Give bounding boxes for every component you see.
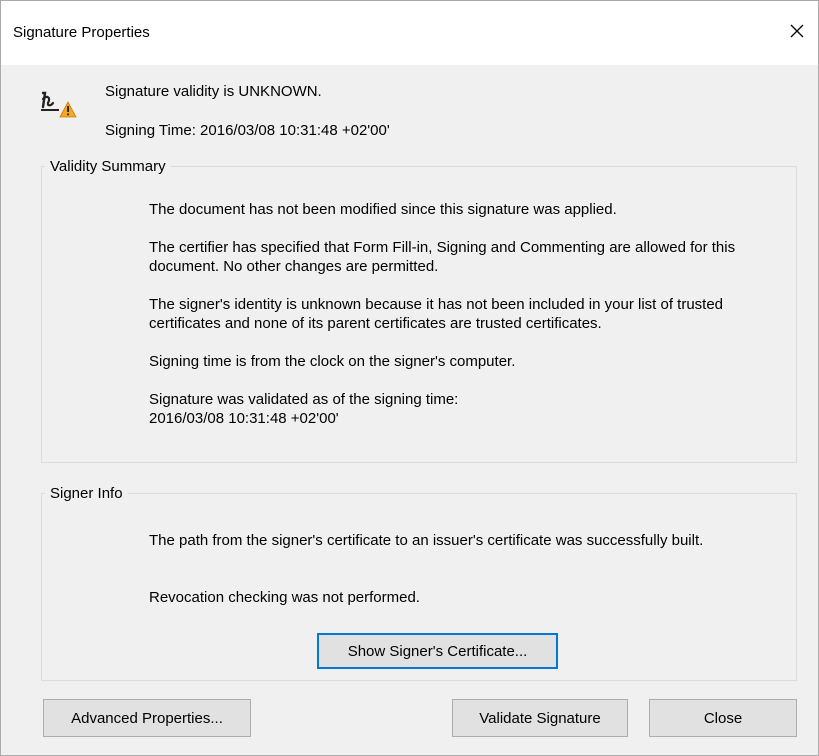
signature-validity-status: Signature validity is UNKNOWN. [105, 83, 322, 100]
signer-paragraph-revocation: Revocation checking was not performed. [149, 589, 420, 606]
signer-info-legend: Signer Info [50, 485, 123, 502]
close-icon[interactable] [780, 14, 814, 48]
dialog-title: Signature Properties [13, 24, 150, 41]
signing-time: Signing Time: 2016/03/08 10:31:48 +02'00… [105, 122, 390, 139]
advanced-properties-button[interactable]: Advanced Properties... [43, 699, 251, 737]
validity-paragraph-validated-time: 2016/03/08 10:31:48 +02'00' [149, 410, 339, 427]
signature-warning-icon [39, 89, 79, 123]
validity-summary-group: Validity Summary The document has not be… [41, 158, 797, 463]
signer-info-group: Signer Info The path from the signer's c… [41, 485, 797, 681]
validity-paragraph-validated: Signature was validated as of the signin… [149, 391, 459, 408]
title-bar: Signature Properties [1, 1, 818, 65]
signer-paragraph-path: The path from the signer's certificate t… [149, 532, 704, 549]
validity-paragraph-modified: The document has not been modified since… [149, 201, 617, 218]
validate-signature-button[interactable]: Validate Signature [452, 699, 628, 737]
show-signers-certificate-button[interactable]: Show Signer's Certificate... [317, 633, 558, 669]
signature-properties-dialog: Signature Properties Signature validity … [0, 0, 819, 756]
close-button[interactable]: Close [649, 699, 797, 737]
validity-paragraph-clock: Signing time is from the clock on the si… [149, 353, 516, 370]
validity-paragraph-identity: The signer's identity is unknown because… [149, 296, 724, 332]
validity-paragraph-certifier: The certifier has specified that Form Fi… [149, 239, 736, 275]
dialog-content: Signature validity is UNKNOWN. Signing T… [1, 65, 818, 755]
validity-summary-legend: Validity Summary [50, 158, 166, 175]
